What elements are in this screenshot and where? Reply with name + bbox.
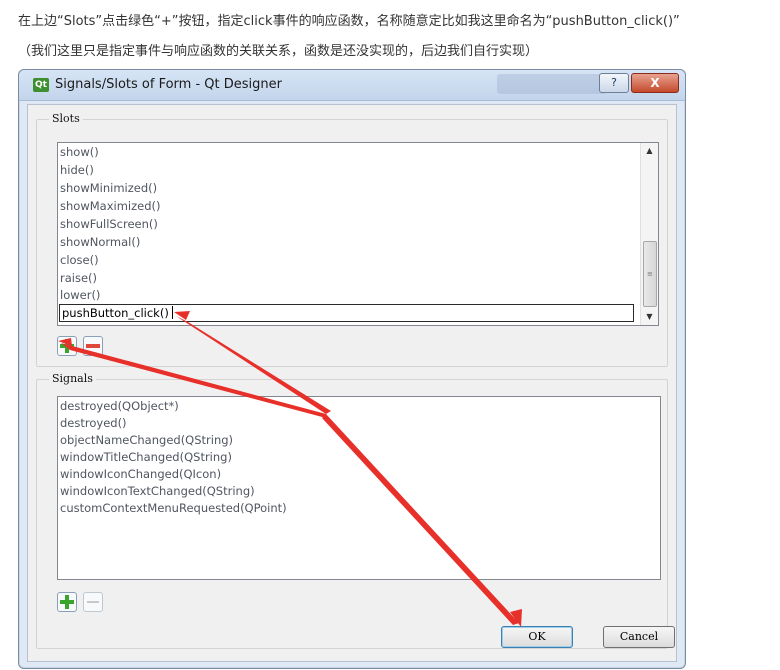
list-item[interactable]: close() [60,253,99,267]
text-caret [172,306,173,319]
list-item[interactable]: destroyed() [60,416,127,430]
list-item[interactable]: windowTitleChanged(QString) [60,450,232,464]
signals-list[interactable]: destroyed(QObject*) destroyed() objectNa… [57,396,661,580]
minus-icon [87,601,99,603]
slot-name-editor[interactable]: pushButton_click() [59,304,634,322]
slots-group: Slots show() hide() showMinimized() show… [36,112,668,367]
add-signal-button[interactable] [57,592,77,612]
slots-list[interactable]: show() hide() showMinimized() showMaximi… [57,142,659,326]
list-item[interactable]: showFullScreen() [60,217,158,231]
help-button[interactable]: ? [599,73,629,93]
signals-group: Signals destroyed(QObject*) destroyed() … [36,372,668,649]
slot-name-input-value[interactable]: pushButton_click() [62,306,169,320]
cancel-button[interactable]: Cancel [603,626,675,648]
plus-icon [60,339,74,353]
minus-icon [86,344,100,348]
list-item[interactable]: objectNameChanged(QString) [60,433,233,447]
list-item[interactable]: hide() [60,163,94,177]
caption-line-2: （我们这里只是指定事件与响应函数的关联关系，函数是还没实现的，后边我们自行实现） [18,44,539,59]
scroll-up-icon[interactable]: ▲ [641,143,658,159]
list-item[interactable]: show() [60,145,99,159]
scroll-thumb[interactable]: ≡ [643,241,657,307]
list-item[interactable]: showMaximized() [60,199,160,213]
list-item[interactable]: windowIconChanged(QIcon) [60,467,221,481]
list-item[interactable]: raise() [60,271,97,285]
background-window-tab [497,74,607,94]
signals-slots-dialog: Qt Signals/Slots of Form - Qt Designer ?… [18,69,686,669]
add-slot-button[interactable] [57,336,77,356]
remove-slot-button[interactable] [83,336,103,356]
title-bar[interactable]: Qt Signals/Slots of Form - Qt Designer ?… [19,70,685,101]
list-item[interactable]: customContextMenuRequested(QPoint) [60,501,287,515]
list-item[interactable]: showNormal() [60,235,140,249]
plus-icon [60,595,74,609]
caption-line-1: 在上边“Slots”点击绿色“+”按钮，指定click事件的响应函数，名称随意定… [18,14,680,29]
list-item[interactable]: lower() [60,288,100,302]
remove-signal-button[interactable] [83,592,103,612]
close-button[interactable]: X [631,73,679,93]
qt-designer-icon: Qt [33,78,49,92]
ok-button[interactable]: OK [501,626,573,648]
slots-group-title: Slots [49,112,83,125]
window-title: Signals/Slots of Form - Qt Designer [55,77,282,92]
slots-scrollbar[interactable]: ▲ ≡ ▼ [640,143,658,325]
list-item[interactable]: showMinimized() [60,181,157,195]
dialog-client-area: Slots show() hide() showMinimized() show… [27,104,677,662]
grip-icon: ≡ [647,270,653,278]
list-item[interactable]: destroyed(QObject*) [60,399,179,413]
list-item[interactable]: windowIconTextChanged(QString) [60,484,255,498]
scroll-down-icon[interactable]: ▼ [641,309,658,325]
signals-group-title: Signals [49,372,96,385]
